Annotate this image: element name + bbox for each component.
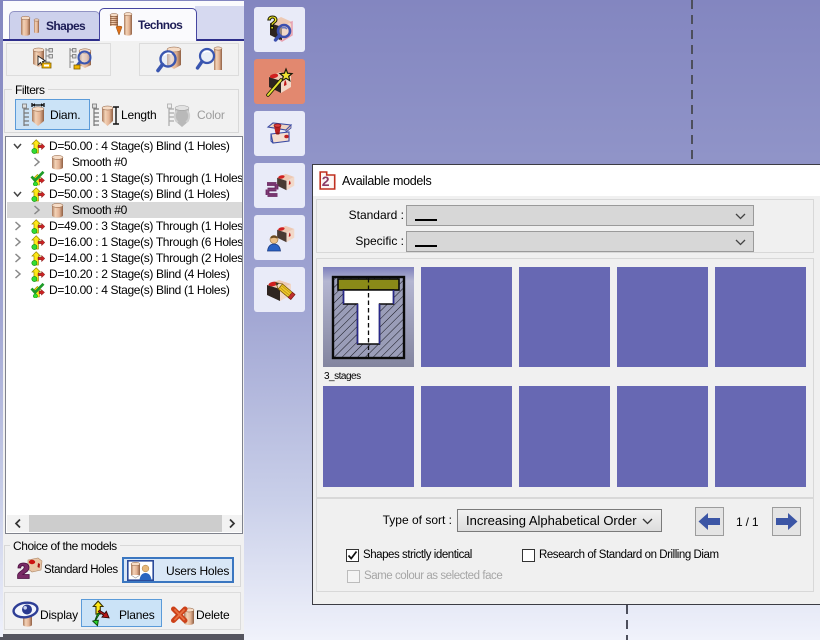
svg-text:?: ?	[267, 14, 278, 33]
svg-text:2: 2	[322, 173, 330, 189]
